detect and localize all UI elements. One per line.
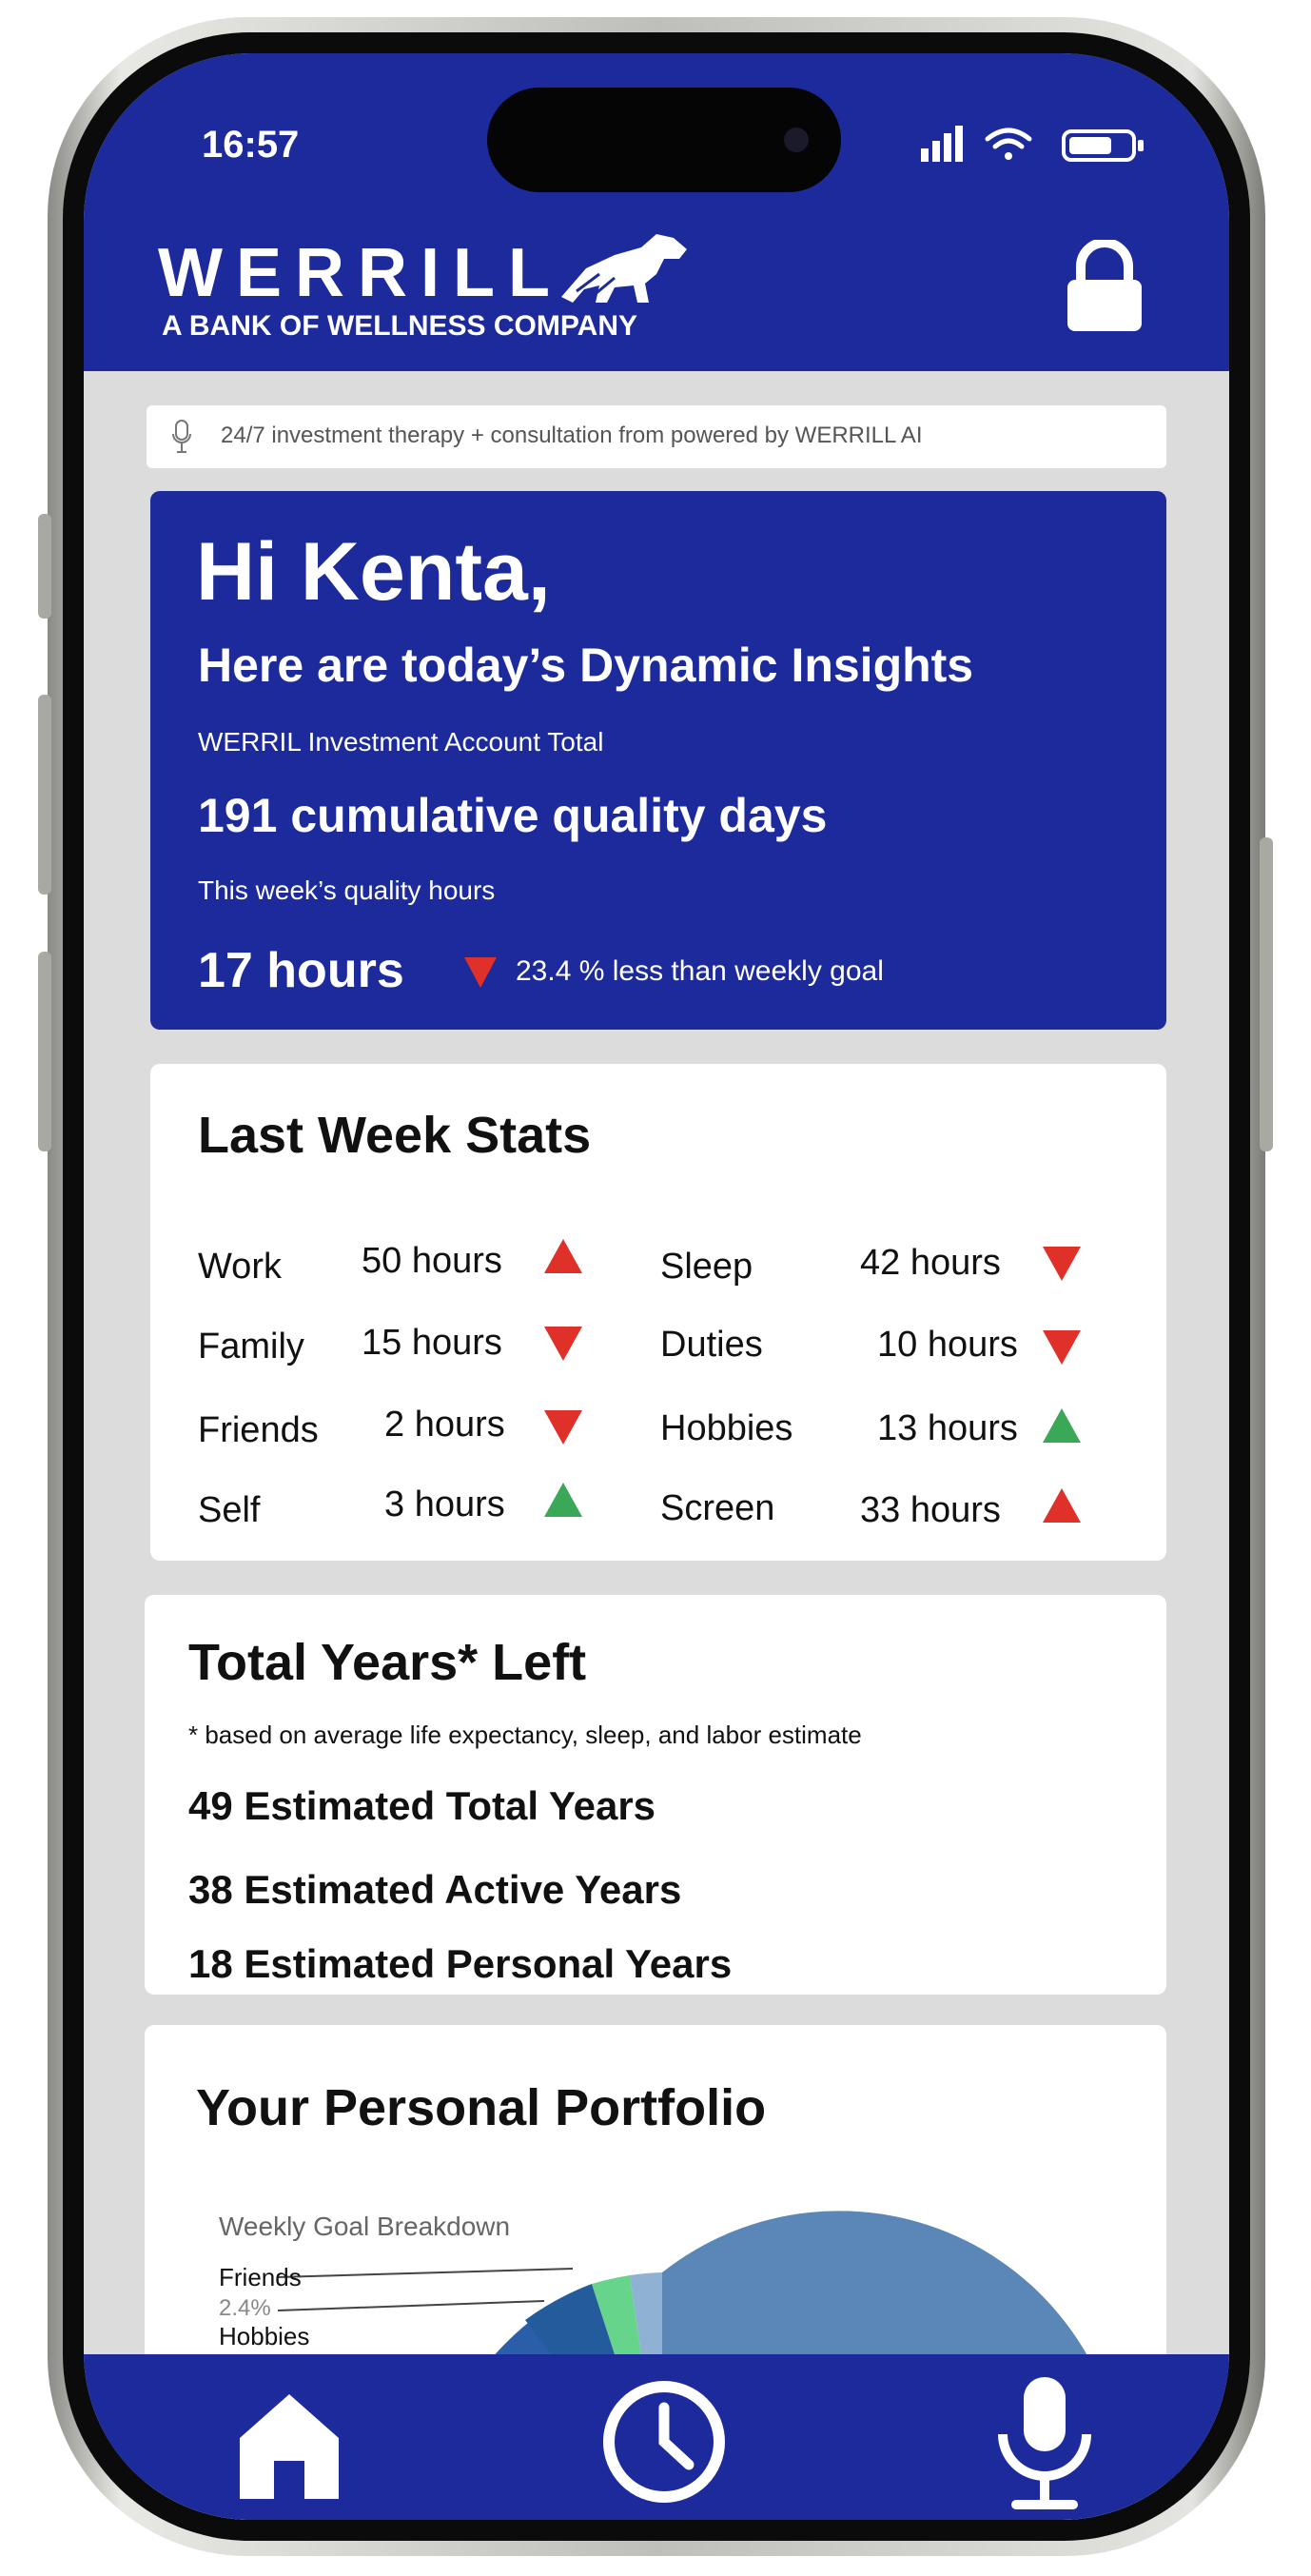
bottom-nav	[84, 2354, 1229, 2520]
up-triangle-icon	[544, 1483, 582, 1517]
stat-label: Sleep	[660, 1247, 753, 1287]
status-time: 16:57	[202, 124, 300, 166]
leader-line	[277, 2300, 545, 2311]
stat-value: 13 hours	[877, 1408, 1018, 1448]
stat-label: Hobbies	[660, 1408, 793, 1448]
up-triangle-icon	[1043, 1488, 1081, 1523]
goal-note: 23.4 % less than weekly goal	[516, 955, 884, 987]
greeting: Hi Kenta,	[196, 526, 551, 618]
stat-label: Friends	[198, 1410, 319, 1450]
years-total: 49 Estimated Total Years	[188, 1783, 656, 1828]
up-triangle-icon	[1043, 1408, 1081, 1443]
years-note: * based on average life expectancy, slee…	[188, 1721, 862, 1749]
quality-days: 191 cumulative quality days	[198, 789, 828, 842]
insights-card: Hi Kenta, Here are today’s Dynamic Insig…	[150, 491, 1166, 1030]
up-triangle-icon	[544, 1239, 582, 1273]
stat-label: Work	[198, 1247, 282, 1287]
clock-icon[interactable]	[601, 2379, 727, 2505]
down-triangle-icon	[544, 1410, 582, 1445]
status-icons	[921, 126, 1144, 162]
stat-label: Duties	[660, 1325, 763, 1365]
stat-value: 10 hours	[877, 1325, 1018, 1365]
ai-bar-text: 24/7 investment therapy + consultation f…	[221, 423, 923, 448]
pie-pct-friends: 2.4%	[219, 2295, 271, 2321]
dynamic-island	[487, 88, 841, 192]
stat-value: 15 hours	[362, 1323, 502, 1363]
down-triangle-icon	[1043, 1330, 1081, 1365]
insights-title: Here are today’s Dynamic Insights	[198, 639, 974, 692]
stats-title: Last Week Stats	[198, 1107, 592, 1164]
wifi-icon	[985, 128, 1032, 160]
stat-value: 33 hours	[860, 1490, 1001, 1530]
week-hours: 17 hours	[198, 943, 404, 998]
ai-consultation-bar[interactable]: 24/7 investment therapy + consultation f…	[147, 405, 1166, 468]
week-label: This week’s quality hours	[198, 875, 496, 905]
stat-label: Family	[198, 1327, 304, 1367]
brand-tagline: A BANK OF WELLNESS COMPANY	[162, 310, 637, 342]
account-label: WERRIL Investment Account Total	[198, 727, 604, 757]
years-left-card: Total Years* Left * based on average lif…	[145, 1595, 1166, 1995]
down-triangle-icon	[544, 1327, 582, 1361]
down-triangle-icon	[464, 957, 497, 988]
years-active: 38 Estimated Active Years	[188, 1867, 682, 1912]
last-week-stats-card: Last Week Stats Work 50 hours Family 15 …	[150, 1064, 1166, 1561]
pie-label-friends: Friends	[219, 2263, 302, 2291]
stat-value: 3 hours	[384, 1485, 505, 1524]
lion-logo-icon	[561, 234, 687, 303]
stat-label: Screen	[660, 1488, 775, 1528]
stat-label: Self	[198, 1490, 261, 1530]
leader-line	[277, 2268, 574, 2278]
microphone-icon[interactable]	[995, 2371, 1094, 2514]
stat-value: 42 hours	[860, 1243, 1001, 1283]
lock-icon[interactable]	[1064, 240, 1145, 333]
app-header: 16:57 WERRILL A BANK OF WELLNESS COMPANY	[84, 53, 1229, 371]
stat-value: 2 hours	[384, 1405, 505, 1445]
brand-name: WERRILL	[158, 235, 563, 311]
years-title: Total Years* Left	[188, 1634, 587, 1691]
home-icon[interactable]	[240, 2394, 339, 2499]
side-button	[1260, 837, 1273, 1151]
down-triangle-icon	[1043, 1247, 1081, 1281]
signal-icon	[921, 126, 963, 162]
pie-label-hobbies: Hobbies	[219, 2322, 310, 2350]
microphone-icon	[172, 420, 191, 453]
battery-icon	[1062, 129, 1144, 162]
side-button	[38, 514, 51, 619]
side-button	[38, 952, 51, 1151]
side-button	[38, 695, 51, 895]
phone-screen: 16:57 WERRILL A BANK OF WELLNESS COMPANY…	[84, 53, 1229, 2520]
stat-value: 50 hours	[362, 1241, 502, 1281]
years-personal: 18 Estimated Personal Years	[188, 1941, 733, 1986]
